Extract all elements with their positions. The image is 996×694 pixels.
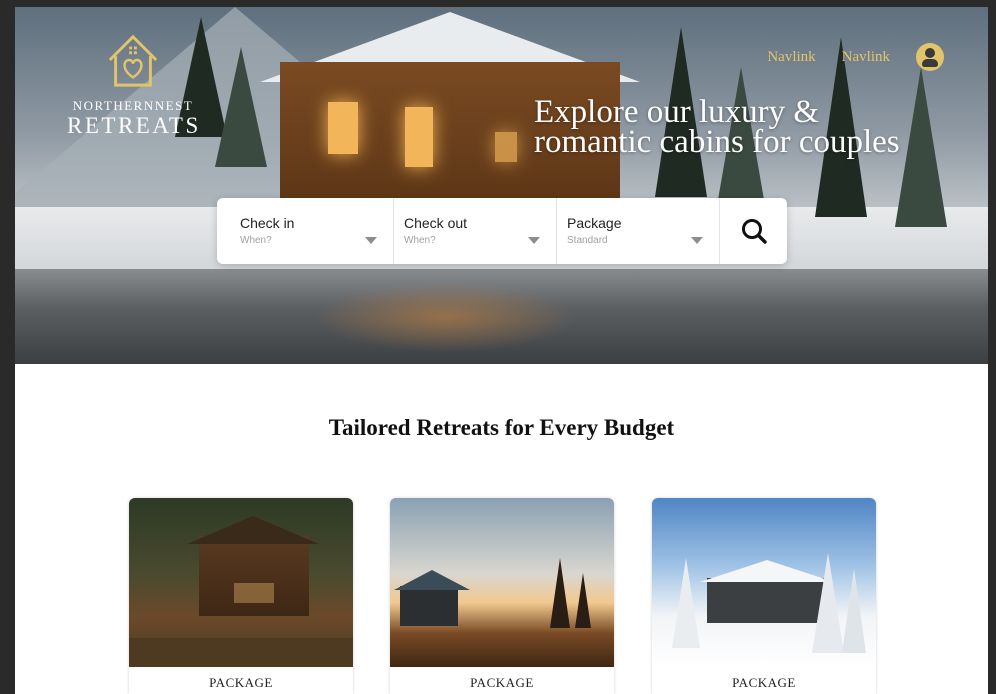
check-out-value: When? xyxy=(404,235,436,246)
hero-heading-line2: romantic cabins for couples xyxy=(534,124,900,160)
brand-name-main: RETREATS xyxy=(67,113,201,138)
hero-heading-line1: Explore our luxury & xyxy=(534,94,820,130)
brand-name-top: NORTHERNNEST xyxy=(72,98,194,113)
check-out-label: Check out xyxy=(404,215,468,231)
package-field[interactable]: Package Standard xyxy=(557,198,720,264)
card-image-sunset-cabin xyxy=(390,498,614,667)
nav-link-2[interactable]: Navlink xyxy=(842,49,890,66)
card-tree xyxy=(550,558,570,628)
hero-heading: Explore our luxury & romantic cabins for… xyxy=(534,94,974,160)
hero-lake-reflection xyxy=(315,282,575,352)
check-in-field[interactable]: Check in When? xyxy=(217,198,394,264)
booking-search-bar: Check in When? Check out When? Package S… xyxy=(217,198,787,264)
card-cabin-roof xyxy=(394,570,470,590)
check-in-value: When? xyxy=(240,235,272,246)
search-button[interactable] xyxy=(720,198,787,264)
card-label: PACKAGE xyxy=(732,675,796,690)
cabin-window xyxy=(495,132,517,162)
card-label: PACKAGE xyxy=(209,675,273,690)
card-cabin xyxy=(199,536,309,616)
section-title: Tailored Retreats for Every Budget xyxy=(328,415,675,440)
card-image-snow-cabin xyxy=(652,498,876,667)
card-label: PACKAGE xyxy=(470,675,534,690)
chevron-down-icon[interactable] xyxy=(691,237,703,244)
user-avatar-icon[interactable] xyxy=(916,43,944,71)
card-tree xyxy=(842,568,866,653)
page-frame: NORTHERNNEST RETREATS Navlink Navlink Ex… xyxy=(15,7,988,694)
package-value: Standard xyxy=(567,235,608,246)
card-cabin xyxy=(400,586,458,626)
card-tree xyxy=(672,558,700,648)
package-card-2[interactable]: PACKAGE xyxy=(390,498,614,694)
search-icon xyxy=(741,219,767,244)
card-ground xyxy=(129,638,353,667)
cabin-window xyxy=(328,102,358,154)
chevron-down-icon[interactable] xyxy=(365,237,377,244)
top-nav: Navlink Navlink xyxy=(767,43,944,71)
house-heart-icon xyxy=(108,34,158,87)
package-card-3[interactable]: PACKAGE xyxy=(652,498,876,694)
package-label: Package xyxy=(567,215,622,231)
card-tree xyxy=(812,553,844,653)
card-cabin-light xyxy=(234,583,274,603)
card-image-forest-cabin xyxy=(129,498,353,667)
chevron-down-icon[interactable] xyxy=(528,237,540,244)
card-cabin-roof xyxy=(187,516,319,544)
check-out-field[interactable]: Check out When? xyxy=(394,198,557,264)
brand-logo[interactable]: NORTHERNNEST RETREATS xyxy=(67,31,199,138)
card-cabin xyxy=(707,578,827,623)
check-in-label: Check in xyxy=(240,215,295,231)
package-card-1[interactable]: PACKAGE xyxy=(129,498,353,694)
cabin-window xyxy=(405,107,433,167)
hero-banner: NORTHERNNEST RETREATS Navlink Navlink Ex… xyxy=(15,7,988,364)
nav-link-1[interactable]: Navlink xyxy=(767,49,815,66)
card-tree xyxy=(575,573,591,628)
